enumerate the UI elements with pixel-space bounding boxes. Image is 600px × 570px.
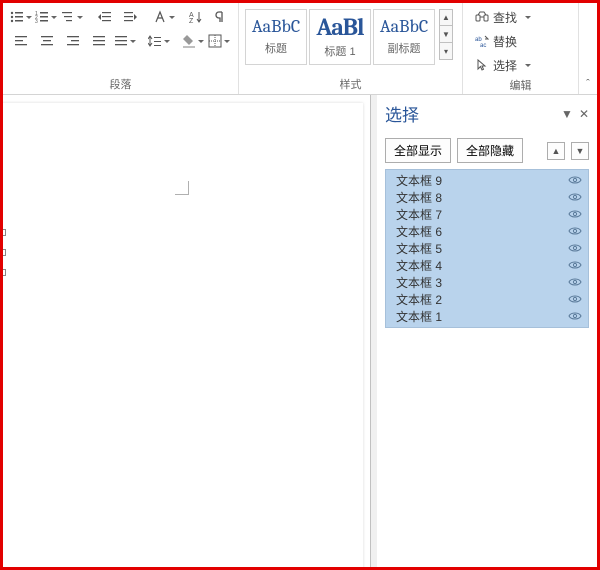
shading-button[interactable] [181, 31, 205, 51]
selection-item[interactable]: 文本框 2 [388, 291, 586, 308]
selection-item-label: 文本框 4 [396, 257, 442, 274]
selection-item-label: 文本框 8 [396, 189, 442, 206]
gallery-up-button[interactable]: ▲ [439, 9, 453, 26]
align-left-button[interactable] [9, 31, 33, 51]
find-label: 查找 [493, 9, 517, 26]
eye-icon[interactable] [568, 225, 582, 239]
selection-item[interactable]: 文本框 8 [388, 189, 586, 206]
group-styles: AaBbC 标题 AaBl 标题 1 AaBbC 副标题 ▲ ▼ ▾ 样式 [239, 3, 463, 94]
pane-dropdown-button[interactable]: ▼ [561, 107, 573, 121]
replace-button[interactable]: abac 替换 [471, 31, 570, 51]
gallery-more-button[interactable]: ▾ [439, 43, 453, 60]
align-center-button[interactable] [35, 31, 59, 51]
eye-icon[interactable] [568, 191, 582, 205]
style-preview: AaBbC [252, 18, 300, 36]
svg-text:Z: Z [189, 18, 194, 24]
binoculars-icon [475, 10, 489, 24]
selection-item-label: 文本框 5 [396, 240, 442, 257]
asian-layout-button[interactable] [152, 7, 175, 27]
eye-icon[interactable] [568, 310, 582, 324]
replace-label: 替换 [493, 33, 517, 50]
align-right-button[interactable] [61, 31, 85, 51]
style-name-label: 标题 1 [324, 43, 355, 59]
increase-indent-button[interactable] [119, 7, 142, 27]
style-preview: AaBl [317, 15, 364, 39]
document-area[interactable] [3, 95, 371, 567]
sort-button[interactable]: AZ [183, 7, 206, 27]
paragraph-group-label: 段落 [9, 74, 232, 92]
selection-item-label: 文本框 6 [396, 223, 442, 240]
selection-item[interactable]: 文本框 1 [388, 308, 586, 325]
cursor-icon [475, 58, 489, 72]
select-label: 选择 [493, 57, 517, 74]
selection-pane: 选择 ▼ ✕ 全部显示 全部隐藏 ▲ ▼ 文本框 9文本框 8文本框 7文本框 … [377, 95, 597, 567]
svg-text:3: 3 [35, 19, 38, 24]
selection-item-label: 文本框 3 [396, 274, 442, 291]
svg-text:ac: ac [480, 43, 486, 48]
workspace: 选择 ▼ ✕ 全部显示 全部隐藏 ▲ ▼ 文本框 9文本框 8文本框 7文本框 … [3, 95, 597, 567]
selection-item[interactable]: 文本框 3 [388, 274, 586, 291]
edit-group-label: 编辑 [471, 75, 570, 93]
selection-item[interactable]: 文本框 5 [388, 240, 586, 257]
selection-item[interactable]: 文本框 7 [388, 206, 586, 223]
numbering-button[interactable]: 123 [34, 7, 57, 27]
replace-icon: abac [475, 34, 489, 48]
show-marks-button[interactable] [209, 7, 232, 27]
multilevel-list-button[interactable] [60, 7, 83, 27]
selection-list: 文本框 9文本框 8文本框 7文本框 6文本框 5文本框 4文本框 3文本框 2… [385, 169, 589, 328]
style-preview: AaBbC [380, 18, 428, 36]
selection-item-label: 文本框 2 [396, 291, 442, 308]
margin-corner-icon [175, 181, 189, 195]
select-button[interactable]: 选择 [471, 55, 570, 75]
group-paragraph: 123 AZ [3, 3, 239, 94]
eye-icon[interactable] [568, 293, 582, 307]
selection-item-label: 文本框 9 [396, 172, 442, 189]
style-name-label: 副标题 [388, 40, 421, 56]
style-card[interactable]: AaBbC 标题 [245, 9, 307, 65]
styles-gallery-controls: ▲ ▼ ▾ [439, 9, 453, 60]
selection-item-label: 文本框 7 [396, 206, 442, 223]
line-spacing-button[interactable] [147, 31, 171, 51]
app-frame: 123 AZ [0, 0, 600, 570]
selection-item[interactable]: 文本框 9 [388, 172, 586, 189]
ribbon: 123 AZ [3, 3, 597, 95]
align-distributed-button[interactable] [113, 31, 137, 51]
pane-close-button[interactable]: ✕ [579, 107, 589, 121]
find-button[interactable]: 查找 [471, 7, 570, 27]
style-card[interactable]: AaBl 标题 1 [309, 9, 371, 65]
style-card[interactable]: AaBbC 副标题 [373, 9, 435, 65]
selection-item-label: 文本框 1 [396, 308, 442, 325]
styles-group-label: 样式 [245, 74, 456, 92]
bullets-button[interactable] [9, 7, 32, 27]
eye-icon[interactable] [568, 242, 582, 256]
decrease-indent-button[interactable] [93, 7, 116, 27]
selection-item[interactable]: 文本框 6 [388, 223, 586, 240]
eye-icon[interactable] [568, 174, 582, 188]
move-up-button[interactable]: ▲ [547, 142, 565, 160]
page [3, 103, 363, 567]
show-all-button[interactable]: 全部显示 [385, 138, 451, 163]
eye-icon[interactable] [568, 276, 582, 290]
selection-item[interactable]: 文本框 4 [388, 257, 586, 274]
selection-pane-title: 选择 [385, 101, 419, 126]
hide-all-button[interactable]: 全部隐藏 [457, 138, 523, 163]
eye-icon[interactable] [568, 208, 582, 222]
align-justify-button[interactable] [87, 31, 111, 51]
move-down-button[interactable]: ▼ [571, 142, 589, 160]
style-name-label: 标题 [265, 40, 287, 56]
collapse-ribbon-button[interactable]: ˆ [579, 3, 597, 94]
borders-button[interactable] [207, 31, 231, 51]
gallery-down-button[interactable]: ▼ [439, 26, 453, 43]
eye-icon[interactable] [568, 259, 582, 273]
group-edit: 查找 abac 替换 选择 编辑 [463, 3, 579, 94]
